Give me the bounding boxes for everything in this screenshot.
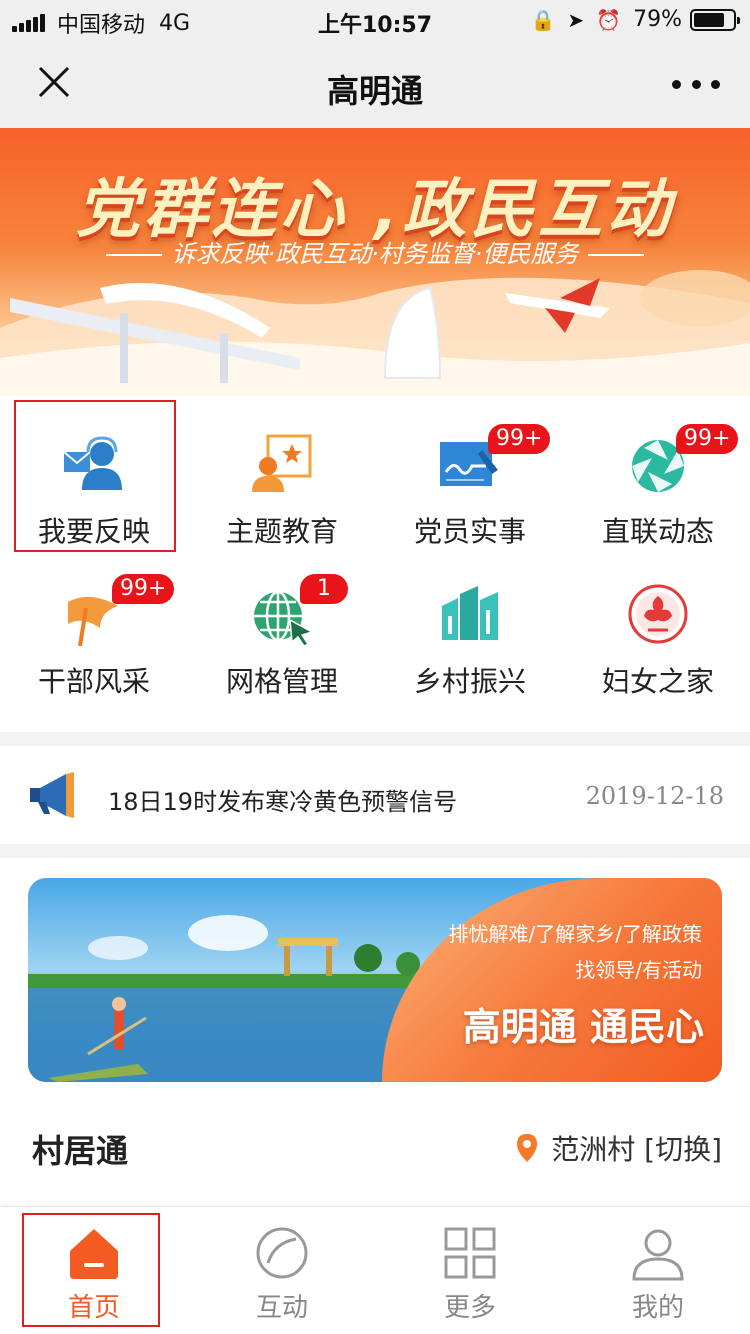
grid-item-direct-news[interactable]: 99+ 直联动态 xyxy=(564,400,750,550)
banner-subtitle: 诉求反映·政民互动·村务监督·便民服务 xyxy=(0,234,750,269)
grid-item-label: 妇女之家 xyxy=(601,665,714,698)
circle-icon xyxy=(256,1227,308,1279)
grid-item-grid-management[interactable]: 1 网格管理 xyxy=(188,550,376,700)
megaphone-icon xyxy=(30,772,74,818)
tab-more[interactable]: 更多 xyxy=(376,1207,564,1334)
tab-label: 更多 xyxy=(443,1293,496,1323)
section-title: 村居通 xyxy=(32,1132,129,1170)
promo-slogan: 高明通 通民心 xyxy=(462,1005,704,1049)
more-icon[interactable] xyxy=(672,66,720,102)
page-title: 高明通 xyxy=(326,72,423,110)
alarm-icon: ⏰ xyxy=(596,7,622,32)
notification-badge: 99+ xyxy=(112,574,175,604)
grid-item-label: 乡村振兴 xyxy=(413,665,526,698)
grid-item-label: 干部风采 xyxy=(37,665,150,698)
tab-bar: 首页 互动 更多 我的 xyxy=(0,1206,750,1334)
tab-label: 我的 xyxy=(631,1293,684,1323)
grid-item-label: 主题教育 xyxy=(225,515,338,548)
battery-icon xyxy=(690,8,740,31)
hero-banner[interactable]: 党群连心 ,政民互动 诉求反映·政民互动·村务监督·便民服务 xyxy=(0,128,750,396)
notification-badge: 99+ xyxy=(488,424,551,454)
tab-label: 互动 xyxy=(255,1293,308,1323)
person-star-icon xyxy=(252,434,312,492)
grid-item-party-deeds[interactable]: 99+ 党员实事 xyxy=(376,400,564,550)
location-switcher[interactable]: 范洲村 [切换] xyxy=(515,1128,722,1168)
grid-item-theme-education[interactable]: 主题教育 xyxy=(188,400,376,550)
tab-interaction[interactable]: 互动 xyxy=(188,1207,376,1334)
function-grid: 我要反映 主题教育 99+ 党员实事 99+ 直联动态 99+ 干部风采 1 网… xyxy=(0,400,750,720)
section-divider xyxy=(0,732,750,746)
grid-item-label: 党员实事 xyxy=(413,515,526,548)
grid-icon xyxy=(444,1227,496,1279)
grid-item-rural-revitalization[interactable]: 乡村振兴 xyxy=(376,550,564,700)
location-pin-icon xyxy=(517,1134,538,1162)
notification-badge: 99+ xyxy=(676,424,739,454)
notification-badge: 1 xyxy=(300,574,348,604)
grid-item-label: 网格管理 xyxy=(225,665,338,698)
promo-banner[interactable]: 排忧解难/了解家乡/了解政策 找领导/有活动 高明通 通民心 xyxy=(28,878,722,1082)
grid-item-women-home[interactable]: 妇女之家 xyxy=(564,550,750,700)
notice-date: 2019-12-18 xyxy=(585,782,724,810)
section-divider xyxy=(0,844,750,858)
user-icon xyxy=(632,1229,684,1281)
location-label[interactable]: 范洲村 [切换] xyxy=(551,1128,722,1168)
promo-line1: 排忧解难/了解家乡/了解政策 xyxy=(448,922,702,946)
grid-item-cadre-style[interactable]: 99+ 干部风采 xyxy=(0,550,188,700)
notice-bar[interactable]: 18日19时发布寒冷黄色预警信号 2019-12-18 xyxy=(0,748,750,844)
highlight-box xyxy=(22,1213,160,1327)
buildings-icon xyxy=(442,586,498,640)
grid-item-label: 直联动态 xyxy=(601,515,714,548)
women-emblem-icon xyxy=(628,584,688,644)
battery-percent: 79% xyxy=(633,7,682,32)
highlight-box xyxy=(14,400,176,552)
promo-line2: 找领导/有活动 xyxy=(575,958,702,982)
notice-text[interactable]: 18日19时发布寒冷黄色预警信号 xyxy=(108,782,457,817)
nav-bar: 高明通 xyxy=(0,40,750,128)
location-arrow-icon: ➤ xyxy=(567,7,585,32)
status-bar: 中国移动 4G 上午10:57 🔒 ➤ ⏰ 79% xyxy=(0,0,750,40)
orientation-lock-icon: 🔒 xyxy=(530,7,556,32)
tab-mine[interactable]: 我的 xyxy=(564,1207,750,1334)
